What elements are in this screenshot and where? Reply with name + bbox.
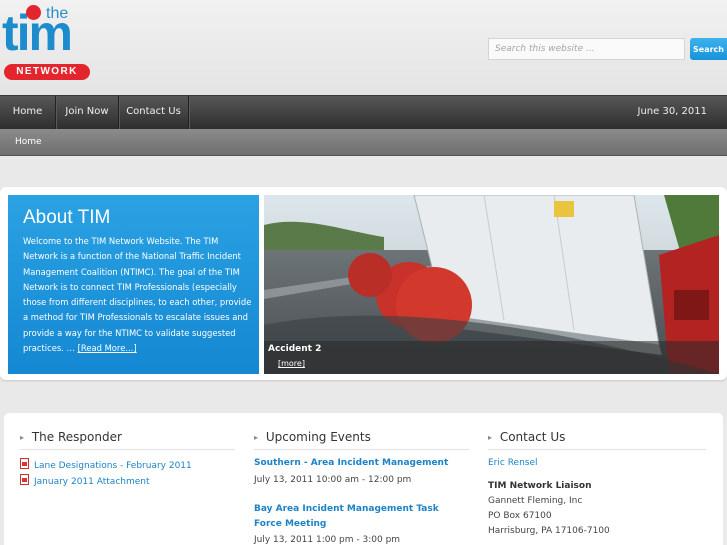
pdf-icon xyxy=(20,474,29,485)
logo-the: the xyxy=(46,5,69,22)
arrow-right-icon: ▸ xyxy=(254,433,259,442)
nav-item-home[interactable]: Home xyxy=(0,96,56,129)
contact-heading: ▸ Contact Us xyxy=(488,430,565,444)
breadcrumb-home[interactable]: Home xyxy=(15,129,42,155)
responder-link-label: Lane Designations - February 2011 xyxy=(34,461,192,471)
responder-title: The Responder xyxy=(31,430,122,444)
events-title: Upcoming Events xyxy=(265,430,371,444)
nav-item-join-now[interactable]: Join Now xyxy=(56,96,119,129)
event-title[interactable]: Southern - Area Incident Management xyxy=(254,456,454,471)
arrow-right-icon: ▸ xyxy=(20,433,25,442)
contact-pobox: PO Box 67100 xyxy=(488,511,552,521)
about-title: About TIM xyxy=(23,207,111,228)
breadcrumb: Home xyxy=(0,129,727,156)
events-heading: ▸ Upcoming Events xyxy=(254,430,371,444)
nav-item-contact-us[interactable]: Contact Us xyxy=(119,96,189,129)
logo-badge: NETWORK xyxy=(4,64,90,80)
about-body: Welcome to the TIM Network Website. The … xyxy=(23,236,252,354)
responder-link[interactable]: Lane Designations - February 2011 xyxy=(20,458,192,471)
event-time: July 13, 2011 10:00 am - 12:00 pm xyxy=(254,475,412,485)
responder-link[interactable]: January 2011 Attachment xyxy=(20,474,150,487)
contact-company: Gannett Fleming, Inc xyxy=(488,496,583,506)
logo-dot-icon xyxy=(26,5,41,20)
contact-name-link[interactable]: Eric Rensel xyxy=(488,458,538,468)
site-header: tim the NETWORK Search xyxy=(0,0,727,95)
about-text: Welcome to the TIM Network Website. The … xyxy=(23,234,255,356)
read-more-link[interactable]: [Read More...] xyxy=(78,343,137,353)
contact-role: TIM Network Liaison xyxy=(488,481,592,491)
pdf-icon xyxy=(20,458,29,469)
slide-more-link[interactable]: [more] xyxy=(278,359,305,368)
arrow-right-icon: ▸ xyxy=(488,433,493,442)
current-date: June 30, 2011 xyxy=(637,106,708,117)
event-title[interactable]: Bay Area Incident Management Task Force … xyxy=(254,502,464,532)
divider xyxy=(488,449,706,450)
main-nav: Home Join Now Contact Us June 30, 2011 xyxy=(0,95,727,129)
divider xyxy=(254,449,469,450)
slide-caption: Accident 2 [more] xyxy=(264,341,719,374)
search-input[interactable] xyxy=(488,38,685,60)
contact-city: Harrisburg, PA 17106-7100 xyxy=(488,526,610,536)
responder-link-label: January 2011 Attachment xyxy=(34,477,150,487)
tim-network-logo[interactable]: tim the NETWORK xyxy=(2,2,94,82)
contact-title: Contact Us xyxy=(499,430,566,444)
search-button[interactable]: Search xyxy=(690,38,727,60)
about-box: About TIM Welcome to the TIM Network Web… xyxy=(8,195,259,374)
responder-heading: ▸ The Responder xyxy=(20,430,122,444)
slide-title: Accident 2 xyxy=(268,344,322,354)
event-time: July 13, 2011 1:00 pm - 3:00 pm xyxy=(254,535,401,545)
divider xyxy=(20,449,235,450)
